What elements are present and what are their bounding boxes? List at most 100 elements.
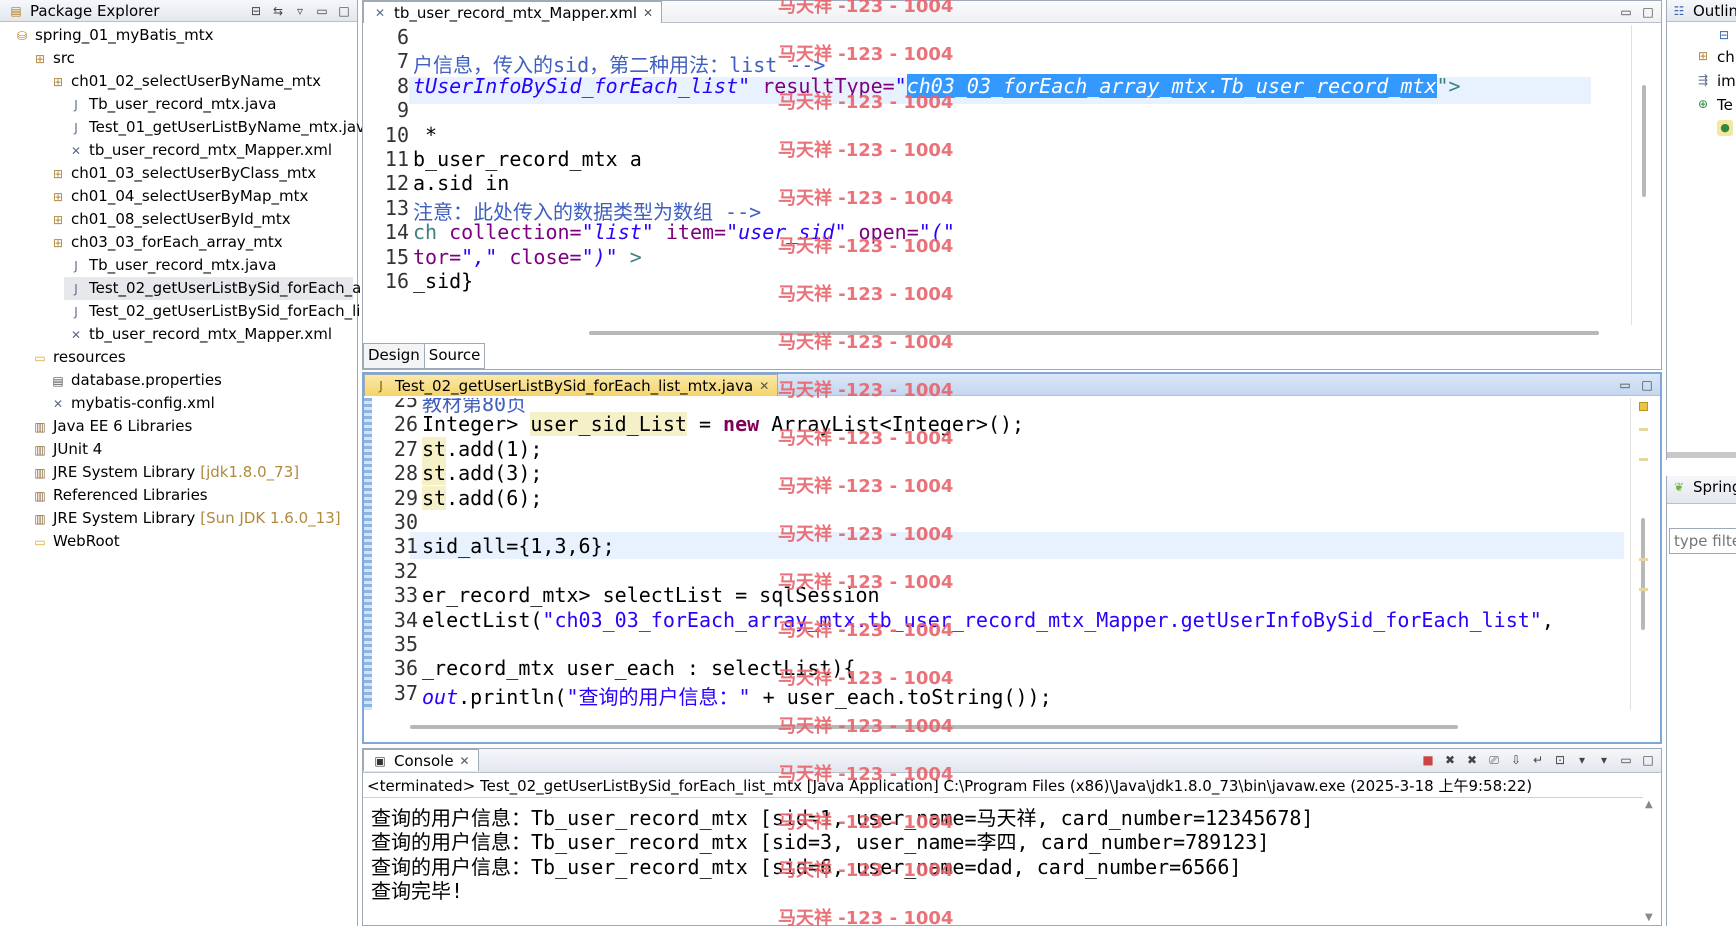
minimize-icon[interactable]: ▭ bbox=[1616, 376, 1634, 394]
remove-launch-icon[interactable]: ✖ bbox=[1441, 751, 1459, 769]
code-token: .println( bbox=[458, 684, 567, 709]
maximize-icon[interactable]: □ bbox=[1639, 3, 1657, 21]
library-icon: ▥ bbox=[34, 419, 46, 434]
code-line: st.add(6); bbox=[422, 485, 542, 510]
spring-leaf-icon: ❦ bbox=[1673, 480, 1685, 494]
tree-item[interactable]: ⊞ ch01_08_selectUserById_mtx bbox=[0, 208, 291, 231]
tree-item[interactable]: ▭ WebRoot bbox=[0, 530, 120, 553]
tab-package-explorer[interactable]: ▤ Package Explorer bbox=[0, 0, 167, 22]
xml-code-area[interactable]: 6 7 户信息，传入的sid，第二种用法：list --> 8 tUserInfoByS… bbox=[363, 25, 1625, 325]
pin-console-icon[interactable]: ⊡ bbox=[1551, 751, 1569, 769]
clear-console-icon[interactable]: ⎚ bbox=[1485, 751, 1503, 769]
tree-item-label: Tb_user_record_mtx.java bbox=[89, 256, 277, 274]
code-token: > bbox=[617, 244, 642, 269]
code-token: b_user_record_mtx a bbox=[413, 147, 642, 171]
xml-horizontal-scrollbar[interactable] bbox=[409, 327, 1625, 339]
outline-toolbar-icon[interactable]: ⊟ bbox=[1719, 28, 1729, 42]
maximize-icon[interactable]: □ bbox=[1639, 751, 1657, 769]
outline-item-1[interactable]: ⇶ im bbox=[1695, 72, 1736, 90]
tab-outline[interactable]: ☷ Outline bbox=[1667, 0, 1736, 22]
tab-spring[interactable]: ❦ Spring bbox=[1667, 476, 1736, 498]
xml-vertical-scrollbar[interactable] bbox=[1631, 25, 1659, 325]
tree-item[interactable]: ▥ Java EE 6 Libraries bbox=[0, 415, 192, 438]
line-number: 28 bbox=[393, 461, 418, 486]
view-menu-icon[interactable]: ▿ bbox=[291, 2, 309, 20]
console-panel: ▣ Console ✕ ■ ✖ ✖ ⎚ ⇩ ↵ ⊡ ▾ ▾ ▭ □ <termi… bbox=[362, 748, 1662, 926]
close-tab-icon[interactable]: ✕ bbox=[460, 750, 470, 772]
word-wrap-icon[interactable]: ↵ bbox=[1529, 751, 1547, 769]
xml-file-icon: ✕ bbox=[70, 143, 82, 158]
package-tree: ⛁ spring_01_myBatis_mtx ⊞ src ⊞ ch01_02_selec… bbox=[0, 24, 374, 584]
tree-item[interactable]: ▥ JRE System Library [Sun JDK 1.6.0_13] bbox=[0, 507, 340, 530]
maximize-icon[interactable]: □ bbox=[335, 2, 353, 20]
tree-item-label: WebRoot bbox=[53, 532, 120, 550]
line-number: 25 bbox=[393, 398, 418, 412]
tree-item[interactable]: ✕ mybatis-config.xml bbox=[0, 392, 215, 415]
tree-item[interactable]: ⊞ ch01_02_selectUserByName_mtx bbox=[0, 70, 321, 93]
code-token: "> bbox=[1436, 73, 1461, 98]
tree-item[interactable]: J Tb_user_record_mtx.java bbox=[0, 93, 276, 116]
code-token: * bbox=[413, 122, 438, 147]
outline-item-0[interactable]: ⊞ ch bbox=[1695, 48, 1735, 66]
watermark-text: 马天祥 -123 - 1004 bbox=[778, 332, 954, 353]
tree-item[interactable]: ▤ database.properties bbox=[0, 369, 222, 392]
outline-item-2[interactable]: ⊕ Te bbox=[1695, 96, 1733, 114]
line-number: 14 bbox=[384, 220, 409, 245]
terminate-icon[interactable]: ■ bbox=[1419, 751, 1437, 769]
library-icon: ▥ bbox=[34, 488, 46, 503]
tree-item[interactable]: J Test_02_getUserListBySid_forEach_a bbox=[64, 277, 361, 300]
tree-item[interactable]: J Tb_user_record_mtx.java bbox=[0, 254, 276, 277]
tree-item[interactable]: J Test_01_getUserListByName_mtx.java bbox=[0, 116, 374, 139]
minimize-icon[interactable]: ▭ bbox=[1617, 3, 1635, 21]
tree-item[interactable]: ✕ tb_user_record_mtx_Mapper.xml bbox=[0, 139, 332, 162]
maximize-icon[interactable]: □ bbox=[1638, 376, 1656, 394]
close-tab-icon[interactable]: ✕ bbox=[759, 375, 769, 397]
tree-item-label: src bbox=[53, 49, 75, 67]
minimize-icon[interactable]: ▭ bbox=[313, 2, 331, 20]
tree-item[interactable]: ⊞ ch01_04_selectUserByMap_mtx bbox=[0, 185, 308, 208]
tree-item[interactable]: ⊞ src bbox=[0, 47, 75, 70]
properties-file-icon: ▤ bbox=[52, 373, 64, 388]
collapse-all-icon[interactable]: ⊟ bbox=[247, 2, 265, 20]
package-explorer-title: Package Explorer bbox=[30, 2, 160, 20]
java-overview-ruler[interactable] bbox=[1630, 398, 1660, 710]
close-tab-icon[interactable]: ✕ bbox=[643, 2, 653, 24]
console-vertical-scrollbar[interactable]: ▲ ▼ bbox=[1641, 799, 1659, 923]
watermark-text: 马天祥 -123 - 1004 bbox=[778, 764, 954, 785]
tree-item[interactable]: ⊞ ch01_03_selectUserByClass_mtx bbox=[0, 162, 316, 185]
tree-item[interactable]: ✕ tb_user_record_mtx_Mapper.xml bbox=[0, 323, 332, 346]
tab-source[interactable]: Source bbox=[424, 343, 486, 369]
tree-item[interactable]: J Test_02_getUserListBySid_forEach_li bbox=[0, 300, 360, 323]
link-with-editor-icon[interactable]: ⇆ bbox=[269, 2, 287, 20]
tree-item-decoration: [jdk1.8.0_73] bbox=[200, 463, 300, 481]
java-code-area[interactable]: 25 教材第80页 26 Integer> user_sid_List = new A… bbox=[372, 398, 1624, 710]
console-output[interactable]: 查询的用户信息：Tb_user_record_mtx [sid=1, user_… bbox=[363, 797, 1643, 925]
tab-test-java[interactable]: J Test_02_getUserListBySid_forEach_list_… bbox=[364, 374, 779, 397]
package-explorer-icon: ▤ bbox=[10, 4, 22, 18]
remove-all-icon[interactable]: ✖ bbox=[1463, 751, 1481, 769]
watermark-text: 马天祥 -123 - 1004 bbox=[778, 380, 954, 401]
java-horizontal-scrollbar[interactable] bbox=[410, 720, 1626, 734]
display-selected-console-icon[interactable]: ▾ bbox=[1573, 751, 1591, 769]
tree-item[interactable]: ⛁ spring_01_myBatis_mtx bbox=[0, 24, 214, 47]
tree-item[interactable]: ▥ Referenced Libraries bbox=[0, 484, 207, 507]
open-console-icon[interactable]: ▾ bbox=[1595, 751, 1613, 769]
spring-filter-input[interactable] bbox=[1669, 528, 1736, 554]
code-token: sid_all={1,3,6}; bbox=[422, 534, 615, 559]
tree-item[interactable]: ⊞ ch03_03_forEach_array_mtx bbox=[0, 231, 283, 254]
java-editor-tabbar: J Test_02_getUserListBySid_forEach_list_… bbox=[364, 374, 1660, 396]
scroll-lock-icon[interactable]: ⇩ bbox=[1507, 751, 1525, 769]
outline-scrollbar[interactable] bbox=[1667, 452, 1736, 458]
code-token: "ch03_03_forEach_array_mtx.tb_user_recor… bbox=[542, 607, 1542, 632]
tab-console[interactable]: ▣ Console ✕ bbox=[363, 749, 479, 771]
tab-design[interactable]: Design bbox=[363, 343, 425, 369]
code-token: out bbox=[422, 684, 459, 709]
method-icon[interactable]: ● bbox=[1717, 120, 1733, 136]
tree-item[interactable]: ▭ resources bbox=[0, 346, 125, 369]
minimize-icon[interactable]: ▭ bbox=[1617, 751, 1635, 769]
tab-mapper-xml[interactable]: ✕ tb_user_record_mtx_Mapper.xml ✕ bbox=[363, 1, 663, 24]
line-number: 15 bbox=[384, 244, 409, 269]
tree-item[interactable]: ▥ JUnit 4 bbox=[0, 438, 102, 461]
folder-icon: ▭ bbox=[34, 534, 46, 549]
tree-item[interactable]: ▥ JRE System Library [jdk1.8.0_73] bbox=[0, 461, 299, 484]
